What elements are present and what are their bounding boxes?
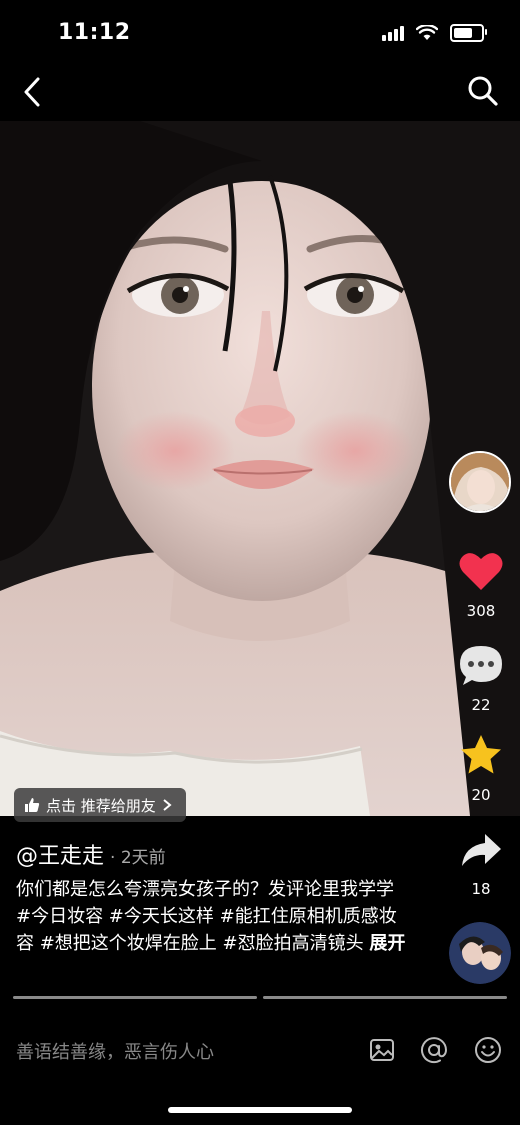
- wifi-icon: [416, 25, 438, 40]
- caption-text: 你们都是怎么夸漂亮女孩子的？发评论里我学学#今日妆容 #今天长这样 #能扛住原相…: [16, 879, 397, 954]
- music-disc-avatar[interactable]: [449, 922, 511, 984]
- progress-segment: [13, 996, 257, 999]
- post-caption: 你们都是怎么夸漂亮女孩子的？发评论里我学学#今日妆容 #今天长这样 #能扛住原相…: [16, 876, 408, 957]
- favorite-count: 20: [471, 786, 491, 804]
- chevron-left-icon[interactable]: [18, 76, 46, 108]
- progress-segment: [263, 996, 507, 999]
- avatar-image: [451, 453, 509, 511]
- recommend-to-friends-button[interactable]: 点击 推荐给朋友: [14, 788, 186, 822]
- author-avatar[interactable]: [449, 451, 511, 513]
- emoji-icon[interactable]: [474, 1036, 502, 1064]
- recommend-label: 点击 推荐给朋友: [46, 796, 156, 815]
- author-name[interactable]: @王走走: [16, 844, 104, 869]
- battery-level: [454, 28, 472, 38]
- mention-icon[interactable]: [420, 1036, 448, 1064]
- status-time: 11:12: [58, 20, 131, 45]
- progress-indicator: [13, 996, 507, 999]
- thumbs-up-icon: [25, 798, 40, 812]
- like-button[interactable]: 308: [449, 550, 513, 620]
- author-line: @王走走 · 2天前: [16, 838, 166, 870]
- image-icon[interactable]: [368, 1036, 396, 1064]
- comment-bubble-icon: [460, 646, 502, 685]
- battery-icon: [450, 24, 487, 42]
- star-icon: [461, 735, 501, 774]
- signal-icon: [382, 25, 404, 41]
- like-count: 308: [466, 602, 496, 620]
- comment-button[interactable]: 22: [449, 644, 513, 714]
- portrait-image: [0, 121, 520, 816]
- share-count: 18: [471, 880, 491, 898]
- comment-input[interactable]: 善语结善缘，恶言伤人心: [16, 1038, 214, 1064]
- status-icons: [382, 24, 487, 42]
- share-arrow-icon: [462, 834, 501, 866]
- comment-count: 22: [471, 696, 491, 714]
- post-time: · 2天前: [110, 848, 166, 868]
- search-icon[interactable]: [466, 74, 500, 108]
- chevron-right-icon: [163, 799, 172, 811]
- favorite-button[interactable]: 20: [449, 734, 513, 804]
- disc-avatar-image: [449, 922, 511, 984]
- expand-button[interactable]: 展开: [369, 933, 405, 954]
- home-indicator: [168, 1107, 352, 1113]
- post-media[interactable]: [0, 121, 520, 816]
- share-button[interactable]: 18: [449, 832, 513, 898]
- heart-icon: [459, 553, 503, 590]
